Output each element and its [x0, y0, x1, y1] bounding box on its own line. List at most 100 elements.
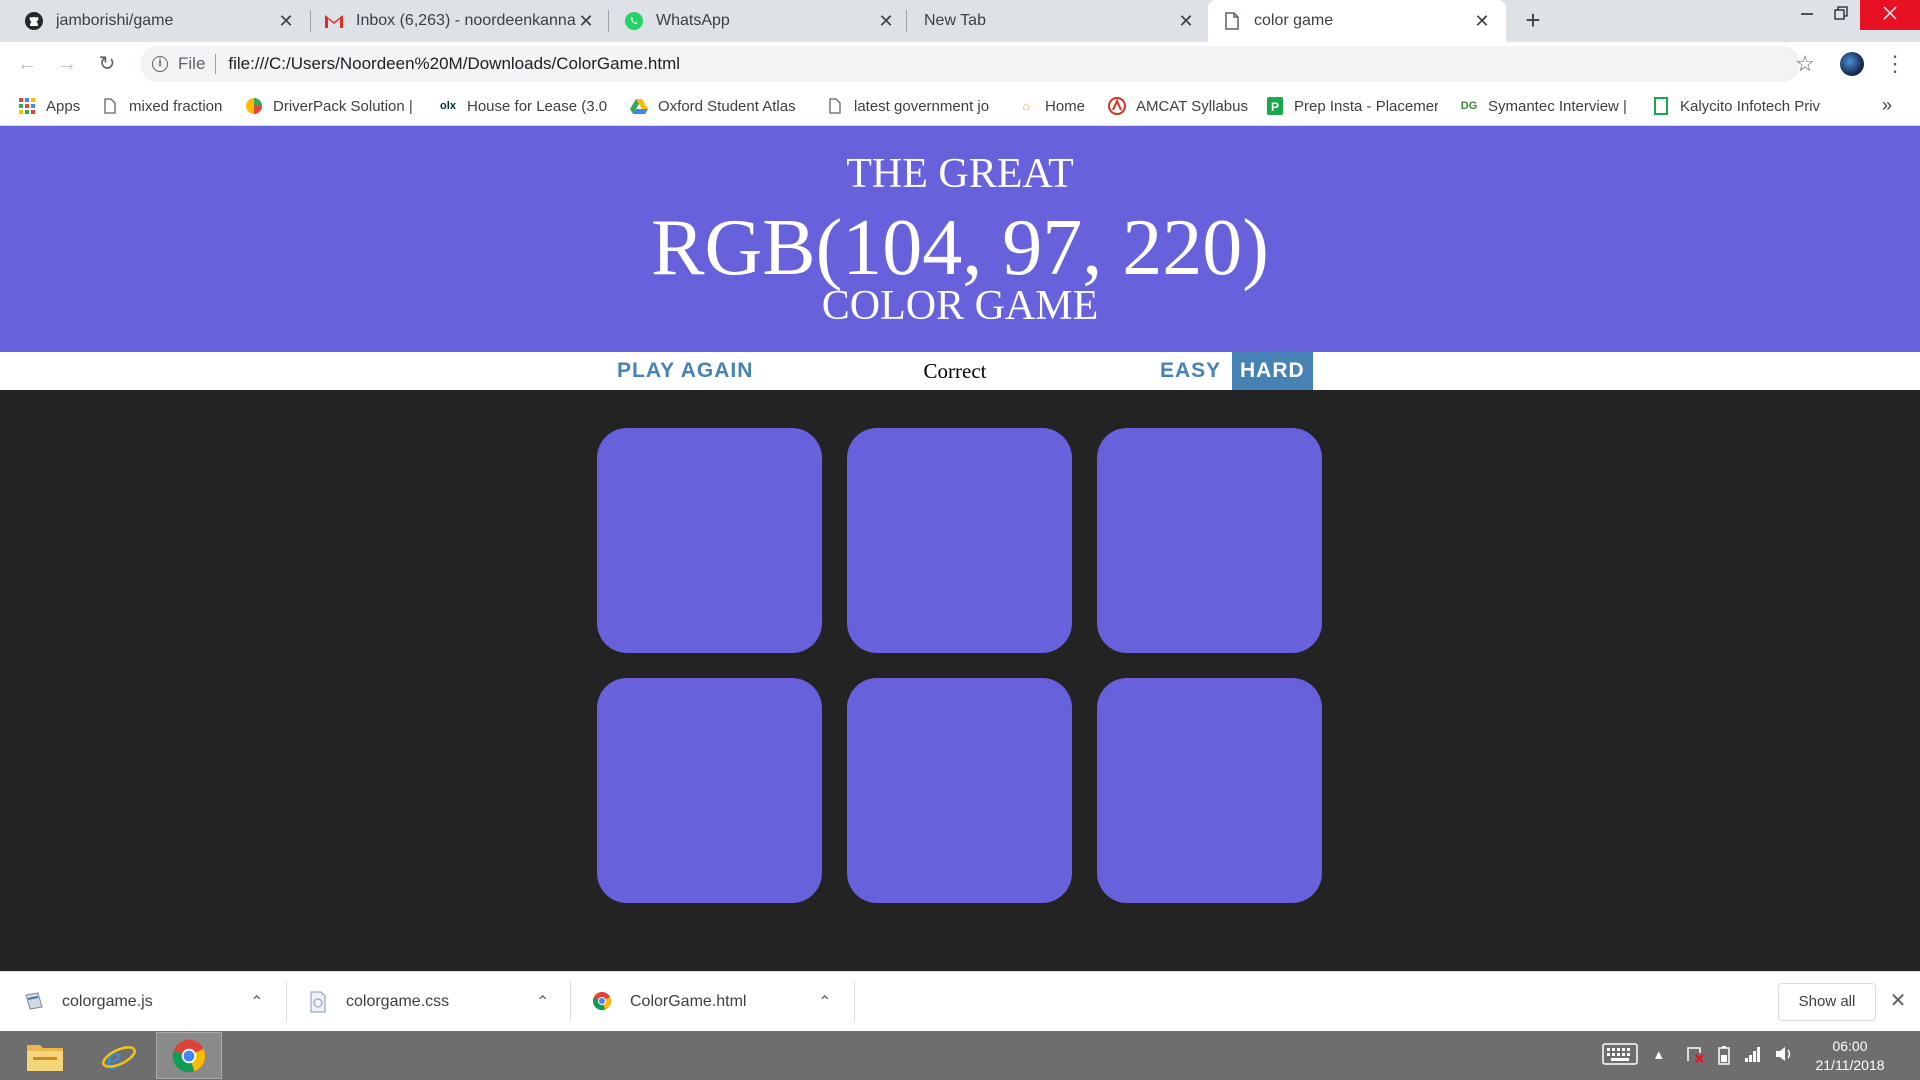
color-square[interactable] [1097, 678, 1322, 903]
gmail-icon [324, 11, 344, 31]
keyboard-icon[interactable] [1602, 1043, 1638, 1069]
download-bar: colorgame.js ⌃ colorgame.css ⌃ ColorGame… [0, 971, 1920, 1031]
tab-title: Inbox (6,263) - noordeenkanna@ [356, 12, 576, 29]
bookmarks-overflow-icon[interactable]: » [1882, 95, 1892, 116]
google-drive-icon [630, 97, 648, 115]
address-scheme: File [178, 54, 206, 73]
file-explorer-icon[interactable] [12, 1032, 78, 1079]
tab-close-icon[interactable]: ✕ [876, 11, 896, 32]
reload-icon[interactable]: ↻ [92, 49, 122, 79]
color-square[interactable] [597, 678, 822, 903]
page-icon [826, 97, 844, 115]
tab-title: jamborishi/game [56, 12, 174, 29]
hard-mode-button[interactable]: HARD [1232, 352, 1313, 390]
play-again-button[interactable]: PLAY AGAIN [609, 352, 761, 390]
svg-text:e: e [106, 1040, 121, 1075]
bookmark-apps[interactable]: Apps [18, 95, 88, 117]
action-center-icon[interactable] [1686, 1045, 1704, 1067]
bookmark-kalycito[interactable]: Kalycito Infotech Priv [1652, 95, 1822, 117]
back-icon[interactable]: ← [12, 49, 42, 79]
network-signal-icon[interactable] [1744, 1045, 1762, 1067]
chrome-icon[interactable] [156, 1032, 222, 1079]
kalycito-icon [1652, 97, 1670, 115]
bookmark-home[interactable]: ⌂ Home [1017, 95, 1087, 117]
battery-icon[interactable] [1716, 1045, 1732, 1069]
color-square[interactable] [597, 428, 822, 653]
bookmark-driverpack[interactable]: DriverPack Solution | [245, 95, 415, 117]
chevron-up-icon[interactable]: ⌃ [250, 992, 263, 1012]
page-icon [1222, 11, 1242, 31]
bookmark-label: latest government jo [854, 97, 990, 115]
tab-whatsapp[interactable]: WhatsApp ✕ [610, 0, 910, 42]
tab-gmail[interactable]: Inbox (6,263) - noordeenkanna@ ✕ [310, 0, 610, 42]
internet-explorer-icon[interactable]: e [86, 1032, 152, 1079]
info-icon[interactable]: i [152, 56, 168, 72]
show-all-button[interactable]: Show all [1778, 983, 1876, 1021]
bookmark-amcat[interactable]: AMCAT Syllabus [1108, 95, 1248, 117]
address-url[interactable]: file:///C:/Users/Noordeen%20M/Downloads/… [228, 54, 680, 74]
page-icon [101, 97, 119, 115]
color-square[interactable] [847, 678, 1072, 903]
download-separator [286, 982, 287, 1022]
window-close-icon[interactable] [1860, 0, 1920, 30]
volume-icon[interactable] [1774, 1045, 1794, 1067]
driverpack-icon [245, 97, 263, 115]
control-stripe: PLAY AGAIN Correct EASY HARD [0, 352, 1920, 390]
chrome-html-icon [592, 991, 612, 1013]
bookmark-symantec[interactable]: DG Symantec Interview | [1460, 95, 1628, 117]
forward-icon[interactable]: → [52, 49, 82, 79]
tab-title: WhatsApp [656, 12, 730, 29]
bookmark-label: Symantec Interview | [1488, 97, 1627, 115]
color-square[interactable] [1097, 428, 1322, 653]
bookmark-label: AMCAT Syllabus [1136, 97, 1248, 115]
download-item-colorgame-js[interactable]: colorgame.js ⌃ [24, 972, 274, 1032]
restore-icon[interactable] [1818, 0, 1864, 30]
page-content: THE GREAT RGB(104, 97, 220) COLOR GAME P… [0, 126, 1920, 971]
tab-github[interactable]: jamborishi/game ✕ [10, 0, 310, 42]
bookmark-label: Prep Insta - Placemer [1294, 97, 1438, 115]
tab-close-icon[interactable]: ✕ [1472, 11, 1492, 32]
bookmark-oxford-atlas[interactable]: Oxford Student Atlas [630, 95, 800, 117]
download-separator [570, 982, 571, 1022]
download-filename: colorgame.js [62, 993, 153, 1010]
github-icon [24, 11, 44, 31]
download-filename: ColorGame.html [630, 993, 747, 1010]
menu-icon[interactable]: ⋮ [1880, 49, 1910, 79]
bookmark-label: Kalycito Infotech Priv [1680, 97, 1821, 115]
address-bar[interactable]: i File file:///C:/Users/Noordeen%20M/Dow… [140, 46, 1800, 82]
tab-title: color game [1254, 12, 1334, 29]
bookmark-mixed-fraction[interactable]: mixed fraction [101, 95, 229, 117]
download-item-colorgame-css[interactable]: colorgame.css ⌃ [308, 972, 558, 1032]
bookmark-government-jobs[interactable]: latest government jo [826, 95, 996, 117]
tab-close-icon[interactable]: ✕ [1176, 11, 1196, 32]
close-icon[interactable]: ✕ [1886, 986, 1910, 1016]
chevron-up-icon[interactable]: ⌃ [818, 992, 831, 1012]
title-the-great: THE GREAT [846, 151, 1074, 197]
browser-toolbar: ← → ↻ i File file:///C:/Users/Noordeen%2… [0, 42, 1920, 86]
result-message: Correct [923, 359, 987, 383]
system-clock[interactable]: 06:00 21/11/2018 [1800, 1037, 1900, 1075]
color-square[interactable] [847, 428, 1072, 653]
bookmark-prep-insta[interactable]: P Prep Insta - Placemer [1266, 95, 1438, 117]
prepinsta-icon: P [1266, 97, 1284, 115]
profile-avatar[interactable] [1840, 52, 1864, 76]
tab-new-tab[interactable]: New Tab ✕ [910, 0, 1210, 42]
bookmark-house-for-lease[interactable]: olx House for Lease (3.0 [439, 95, 609, 117]
tab-title: New Tab [924, 12, 986, 29]
tab-close-icon[interactable]: ✕ [276, 11, 296, 32]
symantec-icon: DG [1460, 100, 1478, 112]
tab-close-icon[interactable]: ✕ [576, 11, 596, 32]
chevron-up-icon[interactable]: ⌃ [536, 992, 549, 1012]
svg-text:P: P [1271, 100, 1279, 114]
download-item-colorgame-html[interactable]: ColorGame.html ⌃ [592, 972, 842, 1032]
download-filename: colorgame.css [346, 993, 450, 1010]
bookmark-star-icon[interactable]: ☆ [1790, 49, 1820, 79]
easy-mode-button[interactable]: EASY [1152, 352, 1229, 390]
css-file-icon [308, 991, 328, 1013]
bookmark-label: House for Lease (3.0 [467, 97, 608, 115]
tray-expand-icon[interactable]: ▴ [1655, 1045, 1663, 1063]
tab-color-game[interactable]: color game ✕ [1208, 0, 1506, 42]
bookmarks-bar: Apps mixed fraction DriverPack Solution … [0, 86, 1920, 126]
bookmark-label: mixed fraction [129, 97, 223, 115]
new-tab-icon[interactable]: + [1518, 6, 1548, 36]
